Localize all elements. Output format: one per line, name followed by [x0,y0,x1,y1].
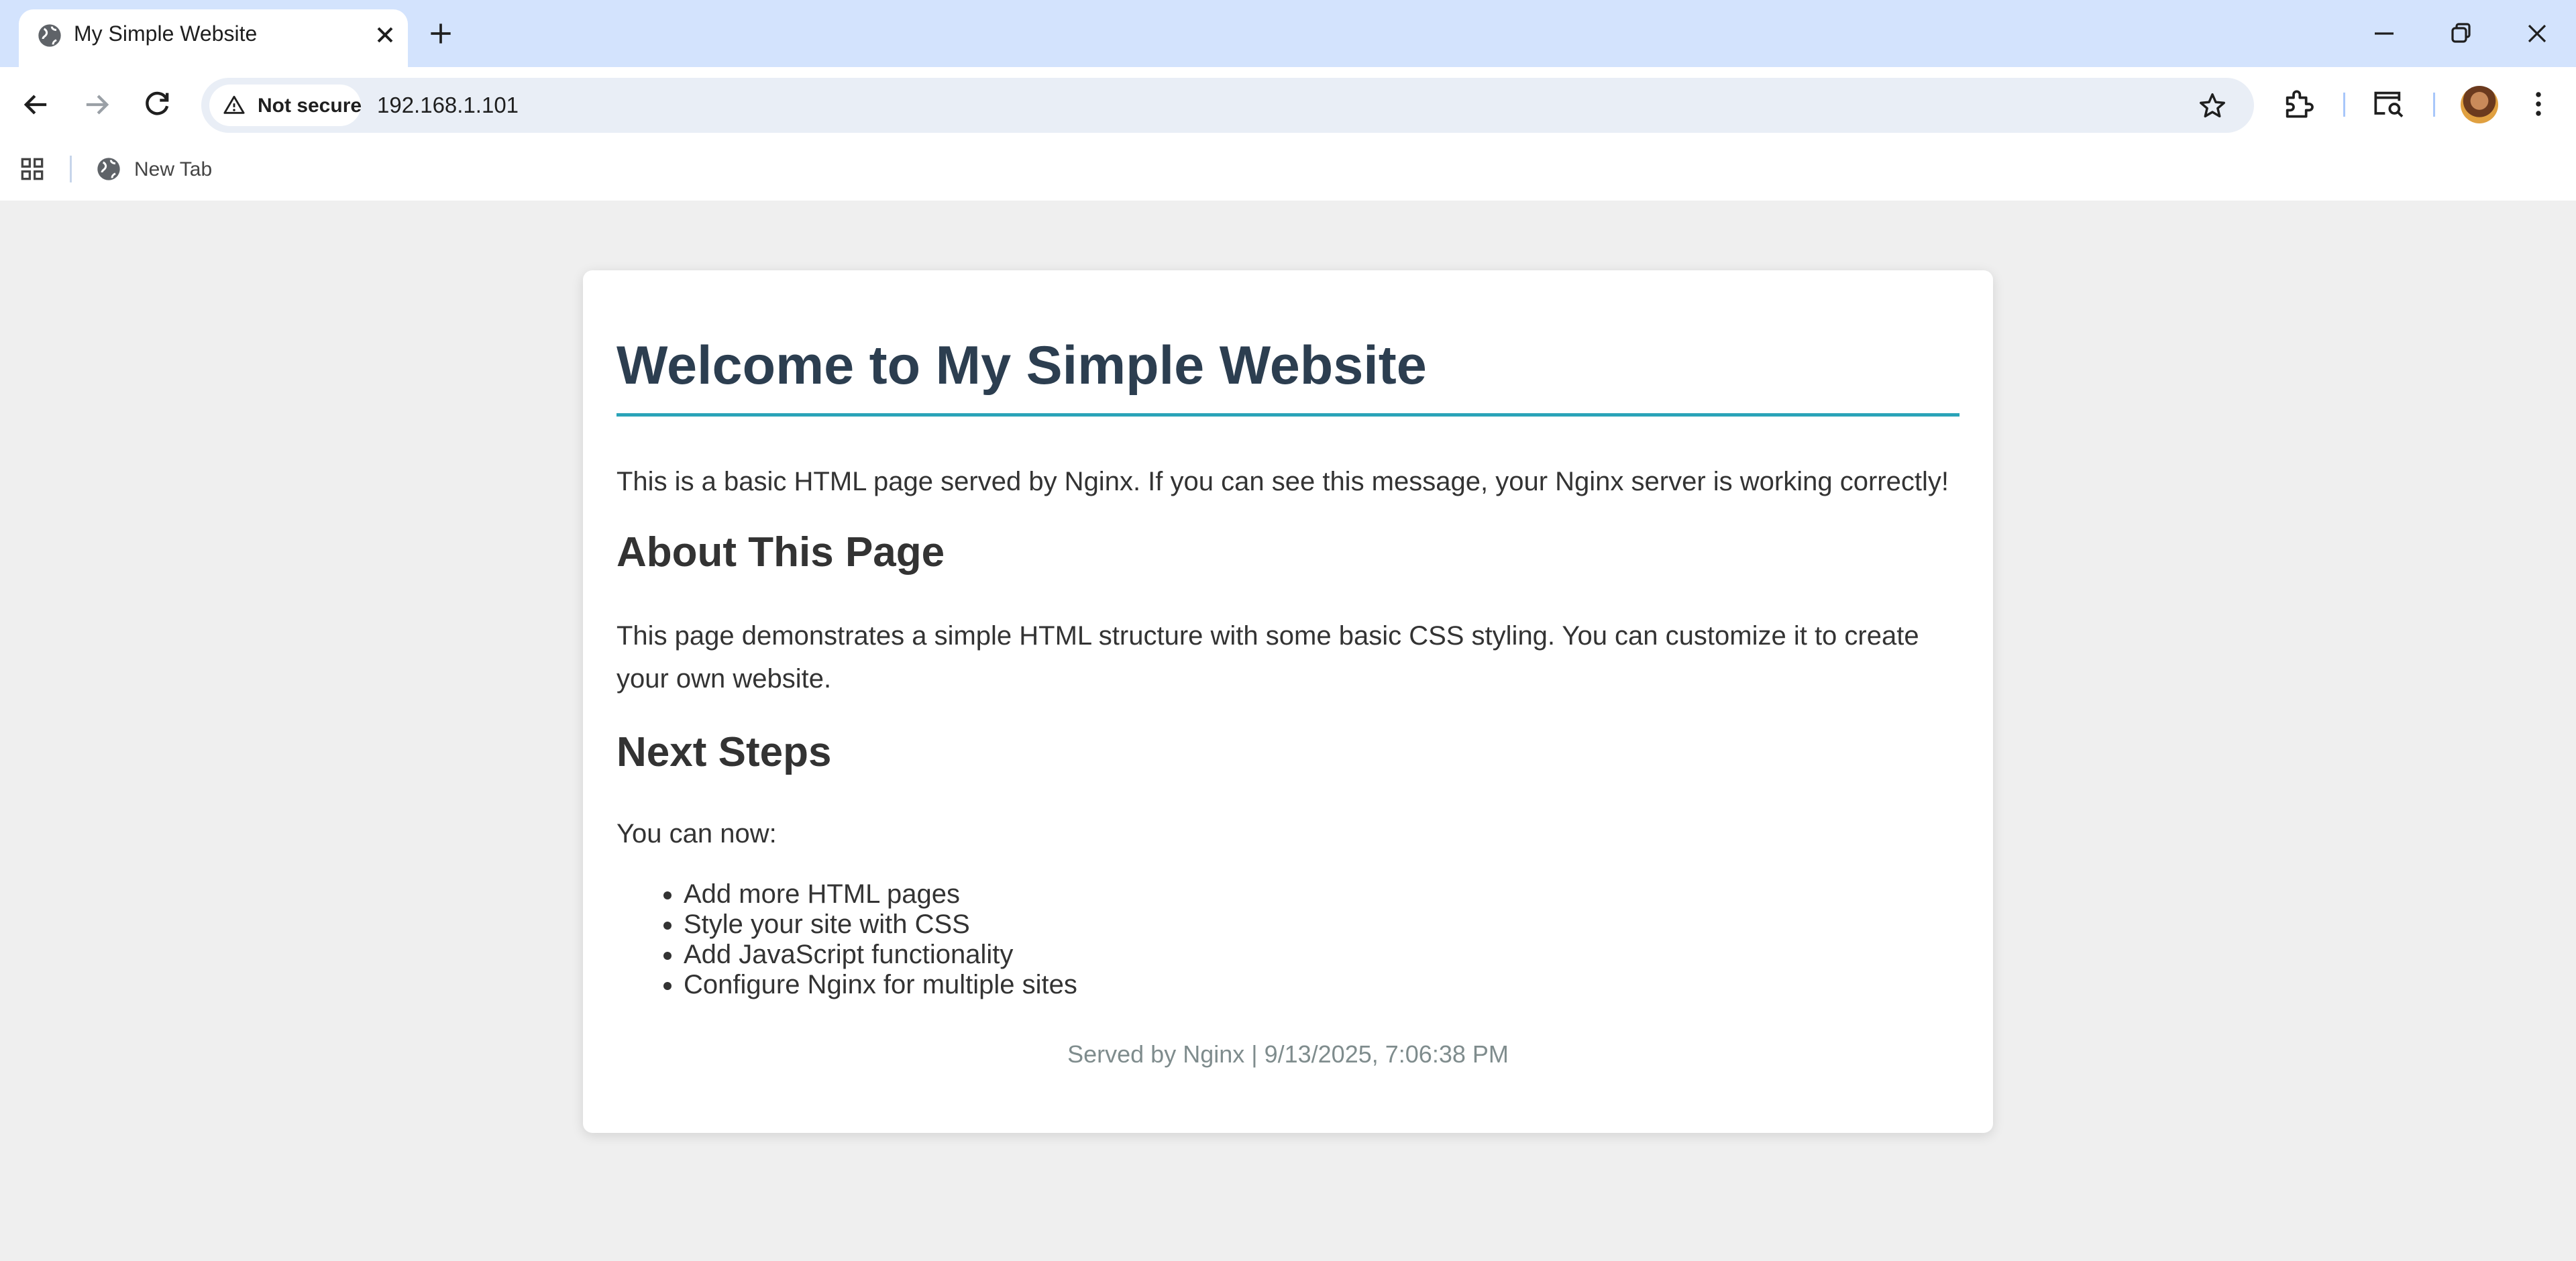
back-arrow-icon[interactable] [19,87,54,122]
content-card: Welcome to My Simple Website This is a b… [583,270,1993,1133]
apps-grid-icon[interactable] [17,154,47,184]
close-window-icon[interactable] [2521,17,2553,50]
list-item: Add JavaScript functionality [684,940,1077,970]
address-bar[interactable]: Not secure 192.168.1.101 [201,78,2254,133]
tab-active[interactable]: My Simple Website [19,9,408,67]
next-steps-list: Add more HTML pages Style your site with… [684,879,1077,1000]
bookmarks-bar: New Tab [0,142,2576,201]
bookmark-label: New Tab [134,158,213,180]
next-steps-intro: You can now: [616,819,777,848]
list-item: Add more HTML pages [684,879,1077,910]
menu-kebab-icon[interactable] [2520,85,2557,123]
new-tab-button[interactable] [426,19,455,48]
browser-chrome: My Simple Website Not secure 192.168.1.1… [0,0,2576,201]
next-steps-heading: Next Steps [616,729,832,775]
globe-icon [38,24,61,47]
toolbar-divider [2343,93,2345,117]
profile-avatar[interactable] [2461,86,2498,123]
list-item: Configure Nginx for multiple sites [684,970,1077,1000]
extensions-icon[interactable] [2279,85,2317,123]
forward-arrow-icon[interactable] [79,87,114,122]
reload-icon[interactable] [140,87,174,122]
tab-search-icon[interactable] [2369,85,2407,123]
tab-title: My Simple Website [74,21,258,46]
toolbar-divider [2433,93,2435,117]
page-viewport: Welcome to My Simple Website This is a b… [0,201,2576,1261]
about-heading: About This Page [616,529,945,575]
bookmark-star-icon[interactable] [2197,91,2228,121]
tab-strip: My Simple Website [0,0,2576,67]
security-label: Not secure [258,95,362,117]
close-tab-icon[interactable] [372,21,398,48]
page-title: Welcome to My Simple Website [616,335,1960,417]
url-text[interactable]: 192.168.1.101 [377,93,519,118]
about-paragraph: This page demonstrates a simple HTML str… [616,621,1919,694]
page-footer: Served by Nginx | 9/13/2025, 7:06:38 PM [1067,1040,1509,1068]
list-item: Style your site with CSS [684,910,1077,940]
toolbar: Not secure 192.168.1.101 [0,67,2576,142]
intro-paragraph: This is a basic HTML page served by Ngin… [616,467,1949,496]
restore-icon[interactable] [2445,17,2477,50]
minimize-icon[interactable] [2368,17,2400,50]
globe-icon [97,158,120,180]
warning-icon [223,95,245,114]
bookmarks-divider [70,156,72,182]
security-chip[interactable]: Not secure [209,85,362,126]
